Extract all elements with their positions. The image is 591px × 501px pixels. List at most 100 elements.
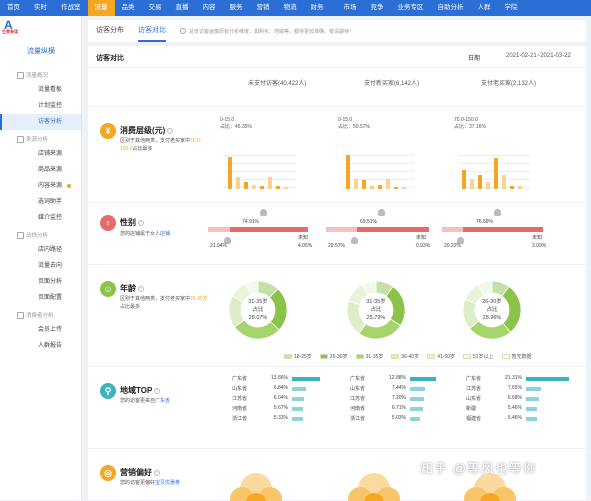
column-header: 支付老买家(2,132人) xyxy=(481,81,537,87)
tab-bar: 访客分布 访客对比 i 总览访客画像原有分析维度，如购买、地域等，都将更加准确，… xyxy=(88,20,586,42)
sidebar-item-label: 商品来源 xyxy=(38,167,63,173)
sidebar-item[interactable]: 流量看板 xyxy=(0,82,81,98)
region-bar xyxy=(292,397,304,401)
help-icon[interactable]: ? xyxy=(154,387,161,394)
sidebar-item-label: 流量去向 xyxy=(38,263,63,269)
sidebar-item[interactable]: 页面分析 xyxy=(0,274,81,290)
help-icon[interactable]: ? xyxy=(138,285,144,292)
nav-item[interactable]: 直播 xyxy=(169,0,196,16)
sidebar-item[interactable]: 店内路径 xyxy=(0,242,81,258)
sidebar-item[interactable]: 页面配置 xyxy=(0,290,81,306)
period-select[interactable]: 日期 xyxy=(468,53,480,62)
nav-item[interactable]: 业务专区 xyxy=(391,0,431,16)
tab-visitor-compare[interactable]: 访客对比 xyxy=(138,20,166,42)
location-icon: ⚲ xyxy=(100,383,116,399)
chart-bar xyxy=(260,186,264,189)
column-header: 未支付访客(40,422人) xyxy=(248,81,307,87)
nav-item[interactable]: 市场 xyxy=(337,0,364,16)
sidebar-item[interactable]: 访客分析 xyxy=(0,114,81,130)
sidebar-logo-area: A 生意参谋 流量纵横 xyxy=(0,16,81,66)
nav-item[interactable]: 流量 xyxy=(87,0,115,16)
sidebar-item[interactable]: 人群报告 xyxy=(0,338,81,354)
sidebar-item[interactable]: 店铺来源 xyxy=(0,146,81,162)
male-share: 29.57% xyxy=(328,243,345,249)
donut-center-label: 31-35岁 占比 28.07% xyxy=(238,298,278,322)
chart-bar xyxy=(236,177,240,189)
male-bar xyxy=(442,227,463,232)
age-legend: 18-25岁 26-30岁 31-35岁 36-40岁 41-50岁 51岁以上 暂无数据 xyxy=(284,353,540,360)
main-content: 访客分布 访客对比 i 总览访客画像原有分析维度，如购买、地域等，都将更加准确，… xyxy=(88,20,586,501)
chart-bar xyxy=(462,170,466,189)
region-name: 新疆 xyxy=(466,406,477,412)
sidebar-item-label: 页面分析 xyxy=(38,279,63,285)
nav-item[interactable]: 内容 xyxy=(196,0,223,16)
region-name: 河南省 xyxy=(350,406,366,412)
nav-item[interactable]: 自助分析 xyxy=(431,0,471,16)
column-header: 支付新买家(6,142人) xyxy=(364,81,420,87)
chart-bar xyxy=(378,185,382,189)
new-dot-icon xyxy=(67,184,71,188)
nav-item[interactable]: 竞争 xyxy=(364,0,391,16)
chart-bar xyxy=(518,186,522,189)
sidebar-item-label: 访客分析 xyxy=(38,119,63,125)
sidebar-item[interactable]: 流量去向 xyxy=(0,258,81,274)
legend-label: 31-35岁 xyxy=(365,354,384,360)
nav-item[interactable]: 财务 xyxy=(304,0,331,16)
help-icon[interactable]: ? xyxy=(138,219,144,226)
male-share: 21.04% xyxy=(210,243,227,249)
region-share: 5.03% xyxy=(391,415,406,421)
chart-bar xyxy=(386,179,390,189)
female-icon xyxy=(378,209,385,216)
nav-item[interactable]: 人群 xyxy=(471,0,498,16)
nav-item[interactable]: 品类 xyxy=(115,0,142,16)
help-icon[interactable]: ? xyxy=(167,127,174,134)
sidebar-item[interactable]: 计划监控 xyxy=(0,98,81,114)
date-range[interactable]: 2021-02-21~2021-03-22 xyxy=(506,53,571,59)
donut-center-label: 31-35岁 占比 25.79% xyxy=(356,298,396,322)
sidebar-item[interactable]: 会员上传 xyxy=(0,322,81,338)
region-name: 江苏省 xyxy=(232,396,248,402)
range-value: 70.0-150.0 xyxy=(454,117,478,123)
unknown-label: 未知 xyxy=(416,235,427,241)
sidebar-item[interactable]: 内容来源 xyxy=(0,178,81,194)
region-bar xyxy=(292,387,306,391)
nav-item[interactable]: 学院 xyxy=(498,0,525,16)
female-icon xyxy=(260,209,267,216)
female-icon xyxy=(494,209,501,216)
nav-item[interactable]: 营销 xyxy=(250,0,277,16)
chart-bar xyxy=(502,175,506,189)
region-name: 广东省 xyxy=(466,376,482,382)
section-title: 消费层级(元)? xyxy=(120,126,174,135)
chart-bar xyxy=(370,186,374,189)
legend-item: 暂无数据 xyxy=(501,353,532,360)
gridline xyxy=(342,163,414,164)
nav-item[interactable]: 物流 xyxy=(277,0,304,16)
tab-visitor-distribution[interactable]: 访客分布 xyxy=(96,20,124,42)
sidebar-item[interactable]: 选词助手 xyxy=(0,194,81,210)
share-label: 占比 xyxy=(486,307,498,313)
legend-label: 暂无数据 xyxy=(511,354,532,360)
chart-bar xyxy=(402,187,406,189)
range-label: 70.0-150.0 占比：37.16% xyxy=(454,117,486,131)
region-name: 山东省 xyxy=(232,386,248,392)
share-label: 占比 xyxy=(252,307,264,313)
sidebar-group-label: 消费者分析 xyxy=(0,306,81,322)
chart-bar xyxy=(244,182,248,189)
section-age: ☺ 年龄? 区别于其他两类，支付老买家中26-30岁占比最多 31-35岁 占比 2… xyxy=(88,264,586,366)
nav-item[interactable]: 服务 xyxy=(223,0,250,16)
region-share: 6.04% xyxy=(273,395,288,401)
nav-item[interactable]: 交易 xyxy=(142,0,169,16)
nav-item[interactable]: 实时 xyxy=(27,0,54,16)
region-share: 7.20% xyxy=(391,395,406,401)
sidebar: A 生意参谋 流量纵横 流量概况 流量看板 计划监控 访客分析 来源分析 店铺来源 商品来源… xyxy=(0,16,82,500)
nav-item[interactable]: 首页 xyxy=(0,0,27,16)
sidebar-item-label: 人群报告 xyxy=(38,343,63,349)
age-icon: ☺ xyxy=(100,281,116,297)
nav-item[interactable]: 作战室 xyxy=(54,0,88,16)
region-name: 江苏省 xyxy=(466,386,482,392)
sidebar-item[interactable]: 商品来源 xyxy=(0,162,81,178)
region-bar xyxy=(526,407,537,411)
region-name: 河南省 xyxy=(232,406,248,412)
region-share: 13.86% xyxy=(271,375,288,381)
sidebar-item[interactable]: 媒介监控 xyxy=(0,210,81,226)
